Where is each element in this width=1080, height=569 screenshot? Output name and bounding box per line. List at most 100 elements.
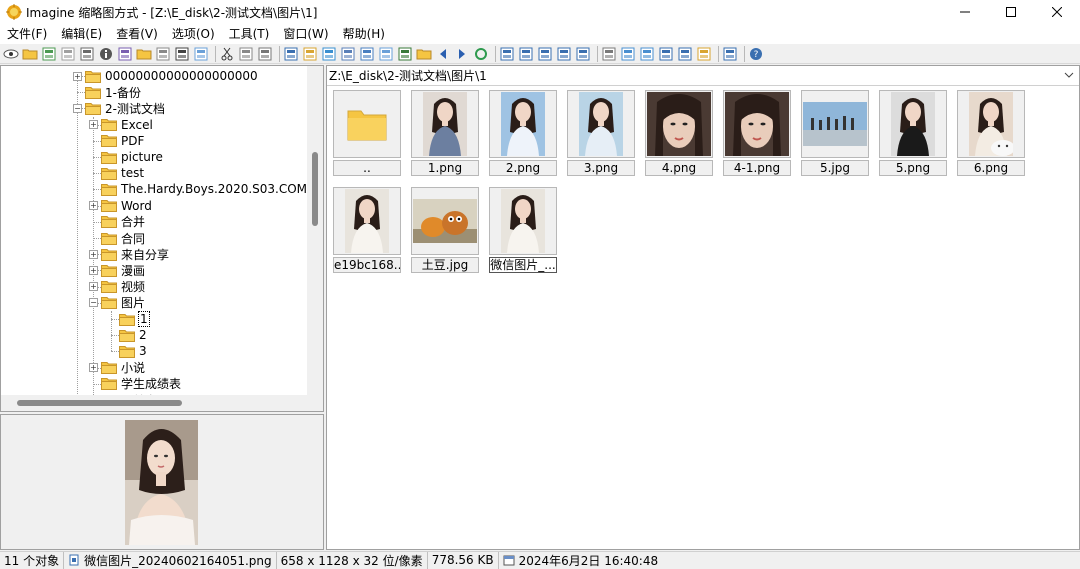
help-button[interactable]: ? (748, 46, 764, 62)
slideshow-button[interactable] (321, 46, 337, 62)
prev-button[interactable] (435, 46, 451, 62)
thumbnail-frame[interactable] (957, 90, 1025, 158)
thumbnail-frame[interactable] (645, 90, 713, 158)
open-file-button[interactable] (41, 46, 57, 62)
folder-tree[interactable]: +00000000000000000000 1-备份 − 2-测试文档 + Excel PD… (0, 65, 324, 412)
tree-item[interactable]: 3 (119, 343, 148, 359)
export-button[interactable] (696, 46, 712, 62)
list-button[interactable] (537, 46, 553, 62)
thumbnail-frame[interactable] (489, 187, 557, 255)
copy-to-button[interactable] (60, 46, 76, 62)
thumbnail-frame[interactable] (411, 187, 479, 255)
select-button[interactable] (378, 46, 394, 62)
thumbnail-frame[interactable] (333, 187, 401, 255)
tree-item[interactable]: Excel (101, 117, 154, 133)
open-folder-button[interactable] (22, 46, 38, 62)
view-button[interactable] (3, 46, 19, 62)
screen-button[interactable] (677, 46, 693, 62)
larges-icon-button[interactable] (499, 46, 515, 62)
thumbnail-frame[interactable] (801, 90, 869, 158)
thumbnail-item[interactable]: 2.png (489, 90, 557, 176)
menu-help[interactable]: 帮助(H) (336, 24, 392, 44)
tree-horizontal-scrollbar[interactable] (1, 395, 323, 411)
thumbnail-item[interactable]: 3.png (567, 90, 635, 176)
thumbnail-item[interactable]: 4.png (645, 90, 713, 176)
grid-button[interactable] (359, 46, 375, 62)
tree-item[interactable]: test (101, 165, 145, 181)
thumbnail-item[interactable]: 5.png (879, 90, 947, 176)
tree-item[interactable]: 1 (119, 311, 150, 327)
next-button[interactable] (454, 46, 470, 62)
edit-button[interactable] (722, 46, 738, 62)
tree-vertical-scrollbar[interactable] (307, 66, 323, 396)
delete-button[interactable] (174, 46, 190, 62)
menu-view[interactable]: 查看(V) (109, 24, 165, 44)
tree-expander[interactable]: + (73, 71, 82, 81)
thumbnail-item[interactable]: 5.jpg (801, 90, 869, 176)
thumbnail-item[interactable]: 6.png (957, 90, 1025, 176)
tree-item[interactable]: PDF (101, 133, 145, 149)
print-button[interactable] (79, 46, 95, 62)
tree-expander[interactable]: − (89, 298, 98, 308)
move-button[interactable] (155, 46, 171, 62)
tree-item[interactable]: 合并 (101, 214, 146, 230)
thumbnail-item[interactable]: .. (333, 90, 401, 176)
tree-item[interactable]: 1-备份 (85, 84, 142, 100)
cut-button[interactable] (219, 46, 235, 62)
thumbnail-frame[interactable] (411, 90, 479, 158)
tree-expander[interactable]: − (73, 103, 82, 113)
new-folder-button[interactable] (136, 46, 152, 62)
report-button[interactable] (575, 46, 591, 62)
tree-vertical-scroll-thumb[interactable] (312, 152, 318, 226)
thumbnail-frame[interactable] (489, 90, 557, 158)
thumbnail-pane[interactable]: Z:\E_disk\2-测试文档\图片\1 .. 1.png 2.png 3.png 4… (326, 65, 1080, 550)
window-button[interactable] (283, 46, 299, 62)
maximize-button[interactable] (988, 0, 1034, 24)
tree-item[interactable]: 图片 (101, 295, 146, 311)
go-up-button[interactable] (416, 46, 432, 62)
convert-button[interactable] (639, 46, 655, 62)
refresh-button[interactable] (473, 46, 489, 62)
tree-item[interactable]: The.Hardy.Boys.2020.S03.COMPLETE (101, 181, 323, 197)
menu-options[interactable]: 选项(O) (165, 24, 222, 44)
tree-expander[interactable]: + (89, 363, 98, 373)
thumbnail-item[interactable]: 土豆.jpg (411, 187, 479, 273)
thumbnail-button[interactable] (340, 46, 356, 62)
info-button[interactable] (98, 46, 114, 62)
tree-button[interactable] (302, 46, 318, 62)
path-bar[interactable]: Z:\E_disk\2-测试文档\图片\1 (327, 66, 1079, 86)
tree-item[interactable]: 2-测试文档 (85, 100, 166, 116)
close-button[interactable] (1034, 0, 1080, 24)
thumbnail-frame[interactable] (723, 90, 791, 158)
paste-button[interactable] (257, 46, 273, 62)
thumbnail-item[interactable]: 1.png (411, 90, 479, 176)
chevron-down-icon[interactable] (1063, 69, 1075, 81)
tree-item[interactable]: 小说 (101, 360, 146, 376)
tree-item[interactable]: Word (101, 198, 153, 214)
tree-item[interactable]: 视频 (101, 279, 146, 295)
details-button[interactable] (556, 46, 572, 62)
capture-button[interactable] (658, 46, 674, 62)
tree-item[interactable]: 合同 (101, 230, 146, 246)
tree-item[interactable]: 来自分享 (101, 246, 170, 262)
tree-expander[interactable]: + (89, 282, 98, 292)
thumbnail-item[interactable]: e19bc168... (333, 187, 401, 273)
thumbnail-frame[interactable] (333, 90, 401, 158)
copy-button[interactable] (238, 46, 254, 62)
tree-item[interactable]: picture (101, 149, 164, 165)
tree-item[interactable]: 学生成绩表 (101, 376, 182, 392)
image-button[interactable] (397, 46, 413, 62)
menu-file[interactable]: 文件(F) (0, 24, 54, 44)
settings-button[interactable] (601, 46, 617, 62)
tree-expander[interactable]: + (89, 201, 98, 211)
thumbnail-item[interactable]: 微信图片_... (489, 187, 557, 273)
minimize-button[interactable] (942, 0, 988, 24)
tree-expander[interactable]: + (89, 249, 98, 259)
thumbnail-frame[interactable] (879, 90, 947, 158)
tree-item[interactable]: 漫画 (101, 262, 146, 278)
tree-expander[interactable]: + (89, 265, 98, 275)
batch-button[interactable] (620, 46, 636, 62)
tree-item[interactable]: 2 (119, 327, 148, 343)
menu-window[interactable]: 窗口(W) (276, 24, 335, 44)
thumbnail-item[interactable]: 4-1.png (723, 90, 791, 176)
